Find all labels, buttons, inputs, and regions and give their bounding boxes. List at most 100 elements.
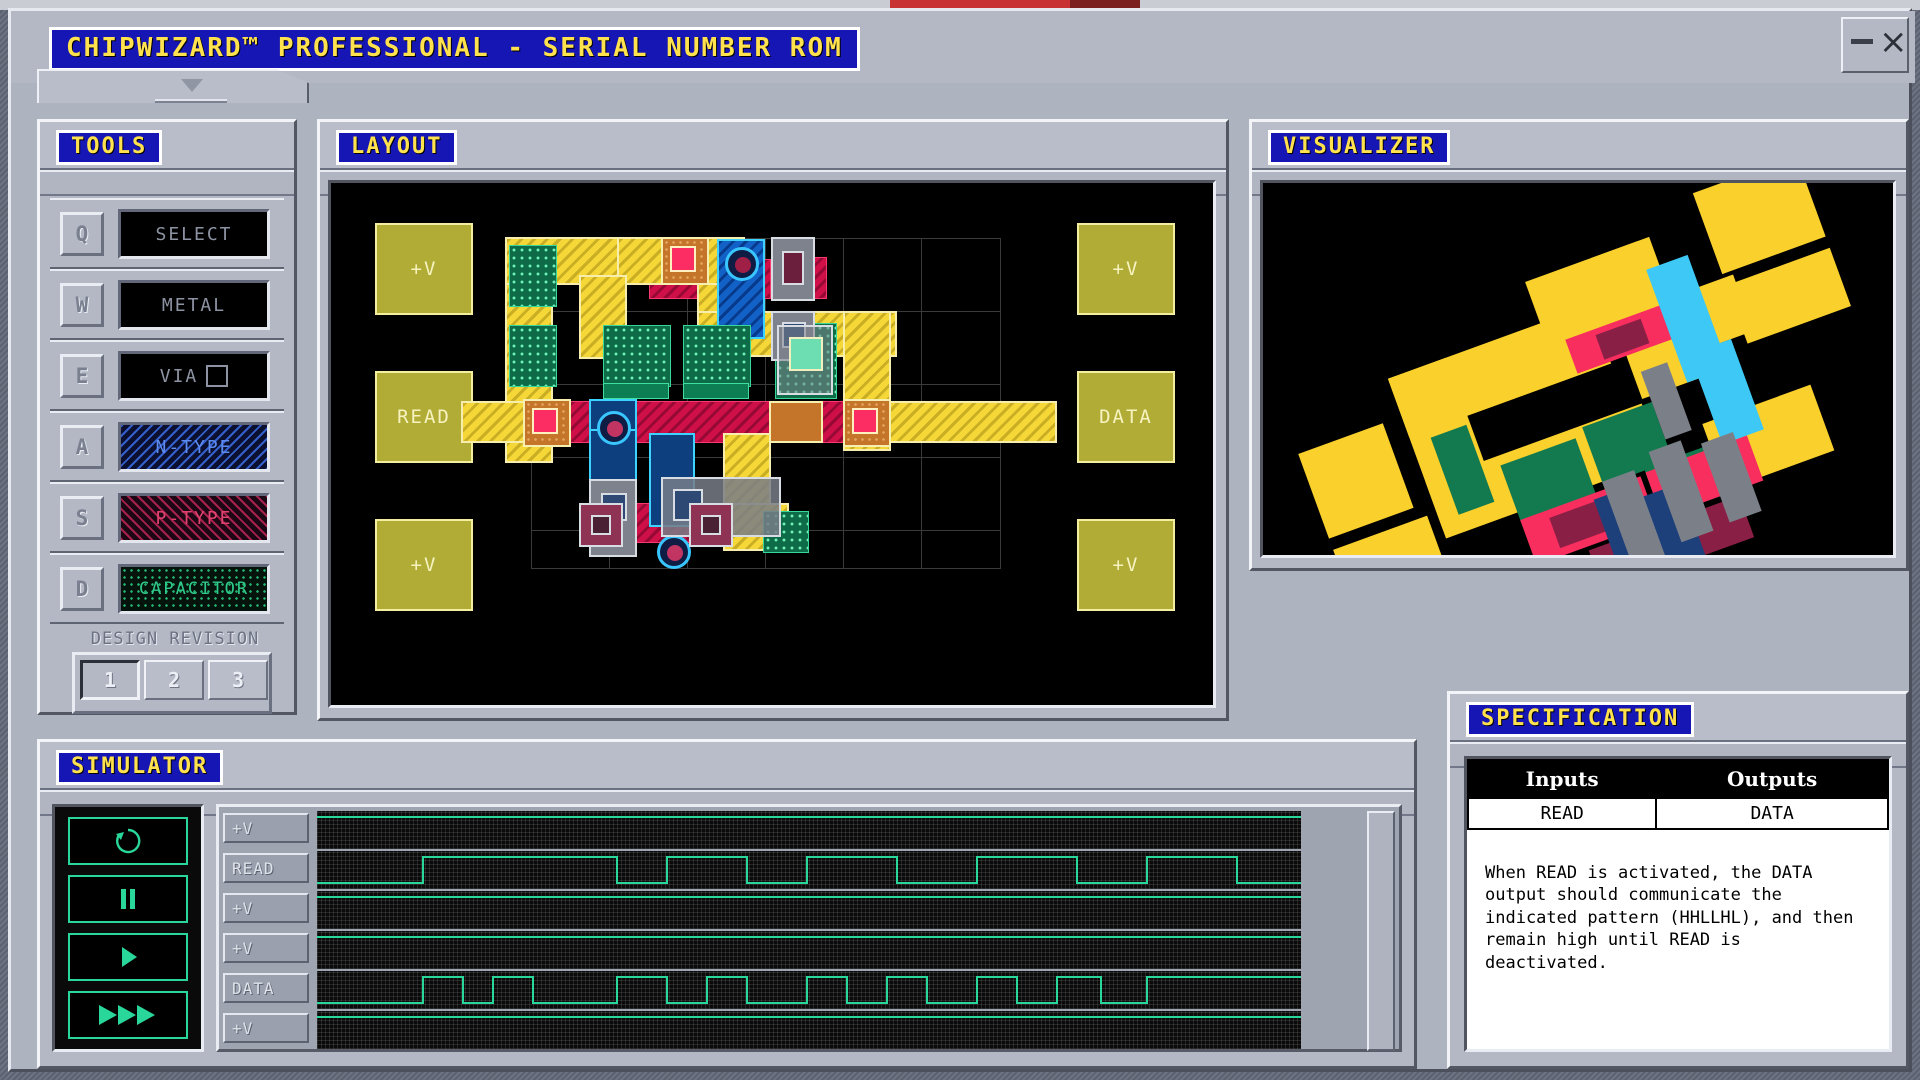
waveform-trace-data bbox=[317, 971, 1301, 1009]
waveform-row-vplus-2: +V bbox=[223, 891, 1323, 929]
play-button[interactable] bbox=[68, 933, 188, 981]
via-pink-bottom-left-core bbox=[591, 515, 611, 535]
pad-data[interactable]: DATA bbox=[1077, 371, 1175, 463]
via-gray-top-core bbox=[782, 251, 804, 285]
via-pink-bottom-right-core bbox=[701, 515, 721, 535]
contact-core-top bbox=[735, 257, 751, 273]
revision-button-1[interactable]: 1 bbox=[80, 660, 140, 700]
waveform-trace-read bbox=[317, 851, 1301, 889]
tool-capacitor-key: D bbox=[60, 567, 104, 611]
table-row: READ DATA bbox=[1466, 797, 1889, 830]
waveform-label-vplus-2[interactable]: +V bbox=[223, 893, 309, 923]
specification-panel: SPECIFICATION Inputs Outputs READ DATA W… bbox=[1447, 691, 1909, 1069]
tool-via[interactable]: E VIA bbox=[50, 340, 284, 411]
fast-forward-button[interactable] bbox=[68, 991, 188, 1039]
minimize-icon[interactable] bbox=[1851, 39, 1873, 44]
window-controls[interactable]: × bbox=[1841, 17, 1909, 73]
waveform-scrollbar[interactable] bbox=[1367, 811, 1395, 1051]
pause-button[interactable] bbox=[68, 875, 188, 923]
contact-core-bottom bbox=[667, 545, 683, 561]
waveform-row-vplus-1: +V bbox=[223, 811, 1323, 849]
waveform-label-vplus-1[interactable]: +V bbox=[223, 813, 309, 843]
waveform-trace-vplus-3 bbox=[317, 931, 1301, 969]
waveform-label-vplus-3[interactable]: +V bbox=[223, 933, 309, 963]
tool-ptype-label: P-TYPE bbox=[155, 507, 233, 529]
top-strip-red-accent bbox=[890, 0, 1070, 8]
capacitor-plate-center bbox=[603, 383, 669, 399]
tool-via-button[interactable]: VIA bbox=[118, 351, 270, 401]
pad-vplus-top-right[interactable]: +V bbox=[1077, 223, 1175, 315]
play-icon bbox=[122, 947, 137, 967]
waveform-area: +V READ +V +V DATA +V bbox=[216, 804, 1402, 1052]
via-pad-right[interactable] bbox=[843, 399, 891, 447]
tool-ptype-key: S bbox=[60, 496, 104, 540]
tool-metal-label: METAL bbox=[161, 294, 227, 316]
top-strip-red-accent-2 bbox=[1070, 0, 1140, 8]
window-title: CHIPWIZARD™ PROFESSIONAL - SERIAL NUMBER… bbox=[49, 27, 860, 71]
contact-ring-top bbox=[725, 247, 759, 281]
tool-capacitor[interactable]: D CAPACITOR bbox=[50, 553, 284, 624]
chevron-down-icon bbox=[181, 79, 203, 92]
tool-via-key: E bbox=[60, 354, 104, 398]
waveform-row-read: READ bbox=[223, 851, 1323, 889]
layout-canvas[interactable]: +V READ +V +V DATA +V bbox=[328, 180, 1216, 708]
layout-panel: LAYOUT +V READ +V +V DATA +V bbox=[317, 119, 1229, 721]
tools-header-rule bbox=[40, 170, 294, 196]
reset-button[interactable] bbox=[68, 817, 188, 865]
waveform-label-vplus-4[interactable]: +V bbox=[223, 1013, 309, 1043]
pause-icon bbox=[121, 889, 135, 909]
via-pink-bottom-left[interactable] bbox=[579, 503, 623, 547]
via-core-right bbox=[852, 408, 878, 434]
layout-panel-title: LAYOUT bbox=[336, 130, 458, 165]
capacitor-left-lower bbox=[509, 325, 557, 387]
via-gray-top[interactable] bbox=[771, 237, 815, 301]
tool-ntype-key: A bbox=[60, 425, 104, 469]
design-revision-group: DESIGN REVISION 1 2 3 bbox=[72, 629, 272, 714]
tool-ntype-button[interactable]: N-TYPE bbox=[118, 422, 270, 472]
close-icon[interactable]: × bbox=[1879, 25, 1908, 59]
revision-button-2[interactable]: 2 bbox=[144, 660, 204, 700]
waveform-row-data: DATA bbox=[223, 971, 1323, 1009]
tool-capacitor-button[interactable]: CAPACITOR bbox=[118, 564, 270, 614]
waveform-label-data[interactable]: DATA bbox=[223, 973, 309, 1003]
waveform-trace-vplus-4 bbox=[317, 1011, 1301, 1049]
application-window: CHIPWIZARD™ PROFESSIONAL - SERIAL NUMBER… bbox=[8, 8, 1915, 1072]
via-core-left bbox=[532, 408, 558, 434]
pad-read[interactable]: READ bbox=[375, 371, 473, 463]
tool-ptype[interactable]: S P-TYPE bbox=[50, 482, 284, 553]
tool-capacitor-label: CAPACITOR bbox=[138, 579, 250, 599]
via-square-icon bbox=[206, 365, 229, 387]
via-pad-top[interactable] bbox=[661, 237, 709, 285]
tool-ntype[interactable]: A N-TYPE bbox=[50, 411, 284, 482]
waveform-label-read[interactable]: READ bbox=[223, 853, 309, 883]
tool-ptype-button[interactable]: P-TYPE bbox=[118, 493, 270, 543]
tool-ntype-label: N-TYPE bbox=[155, 436, 233, 458]
pad-vplus-top-left[interactable]: +V bbox=[375, 223, 473, 315]
contact-ring-bottom bbox=[657, 535, 691, 569]
via-pad-left[interactable] bbox=[523, 399, 571, 447]
window-menu-tab[interactable] bbox=[37, 69, 309, 103]
specification-panel-title: SPECIFICATION bbox=[1466, 702, 1695, 737]
specification-table: Inputs Outputs READ DATA bbox=[1466, 759, 1889, 830]
tool-select-key: Q bbox=[60, 212, 104, 256]
via-pad-mid-right[interactable] bbox=[769, 401, 823, 443]
column-header-inputs: Inputs bbox=[1466, 759, 1658, 799]
waveform-trace-vplus-2 bbox=[317, 891, 1301, 929]
waveform-row-vplus-4: +V bbox=[223, 1011, 1323, 1049]
via-gray-translucent bbox=[777, 325, 833, 395]
via-pink-bottom-right[interactable] bbox=[689, 503, 733, 547]
via-core-top bbox=[670, 246, 696, 272]
simulator-panel-header bbox=[40, 742, 1414, 790]
design-revision-label: DESIGN REVISION bbox=[90, 629, 260, 649]
capacitor-plate-right bbox=[683, 383, 749, 399]
tool-metal-button[interactable]: METAL bbox=[118, 280, 270, 330]
visualizer-canvas[interactable] bbox=[1260, 180, 1896, 558]
tool-select[interactable]: Q SELECT bbox=[50, 198, 284, 269]
pad-vplus-bottom-right[interactable]: +V bbox=[1077, 519, 1175, 611]
pad-vplus-bottom-left[interactable]: +V bbox=[375, 519, 473, 611]
tool-select-button[interactable]: SELECT bbox=[118, 209, 270, 259]
capacitor-center bbox=[603, 325, 671, 387]
table-header-row: Inputs Outputs bbox=[1466, 759, 1889, 799]
tool-metal[interactable]: W METAL bbox=[50, 269, 284, 340]
revision-button-3[interactable]: 3 bbox=[208, 660, 268, 700]
